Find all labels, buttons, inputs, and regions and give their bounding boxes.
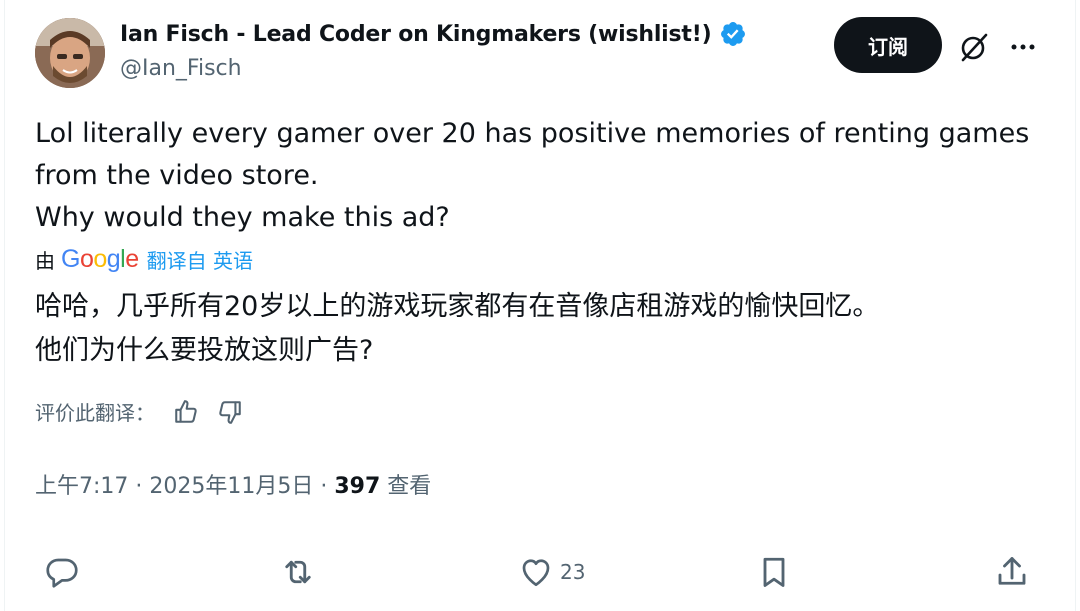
repost-button[interactable] [280, 552, 316, 592]
meta-separator: · [313, 474, 335, 499]
share-button[interactable] [994, 552, 1030, 592]
avatar[interactable] [35, 18, 105, 88]
grok-button[interactable] [956, 29, 992, 65]
more-icon [1011, 44, 1035, 50]
bookmark-icon [763, 557, 785, 587]
verified-badge-icon [721, 22, 746, 46]
subscribe-button[interactable]: 订阅 [834, 17, 942, 73]
reply-icon [46, 558, 78, 588]
author-name[interactable]: Ian Fisch - Lead Coder on Kingmakers (wi… [120, 22, 712, 47]
like-button[interactable]: 23 [518, 552, 585, 592]
like-count: 23 [560, 560, 586, 584]
meta-separator: · [128, 474, 150, 499]
reply-button[interactable] [44, 552, 80, 592]
tweet-time[interactable]: 上午7:17 [35, 474, 128, 499]
rate-translation-label: 评价此翻译： [35, 401, 155, 425]
heart-icon [522, 559, 550, 587]
grok-icon [961, 33, 988, 62]
tweet-text: Lol literally every gamer over 20 has po… [35, 113, 1045, 239]
google-logo: Google [61, 245, 139, 273]
thumbs-up-icon[interactable] [173, 399, 199, 425]
translated-text: 哈哈，几乎所有20岁以上的游戏玩家都有在音像店租游戏的愉快回忆。 他们为什么要投… [35, 285, 1045, 373]
author-handle[interactable]: @Ian_Fisch [120, 56, 242, 81]
tweet-meta: 上午7:17 · 2025年11月5日 · 397 查看 [35, 468, 431, 500]
translated-from-link[interactable]: 翻译自 英语 [147, 245, 253, 274]
thumbs-down-icon[interactable] [217, 399, 243, 425]
rate-translation: 评价此翻译： [35, 397, 243, 426]
translated-line: 他们为什么要投放这则广告? [35, 335, 374, 366]
translated-by-label: 由 [35, 249, 55, 273]
tweet-date[interactable]: 2025年11月5日 [149, 474, 313, 499]
bookmark-button[interactable] [756, 552, 792, 592]
more-button[interactable] [1005, 29, 1041, 65]
tweet-line: Why would they make this ad? [35, 202, 450, 233]
author-name-row[interactable]: Ian Fisch - Lead Coder on Kingmakers (wi… [120, 20, 747, 48]
tweet-line: Lol literally every gamer over 20 has po… [35, 118, 1030, 191]
views-label: 查看 [380, 474, 432, 499]
share-icon [998, 557, 1026, 585]
views-count: 397 [334, 474, 381, 499]
translation-attribution: 由 Google 翻译自 英语 [35, 245, 253, 274]
repost-icon [285, 560, 311, 584]
translated-line: 哈哈，几乎所有20岁以上的游戏玩家都有在音像店租游戏的愉快回忆。 [35, 291, 880, 322]
